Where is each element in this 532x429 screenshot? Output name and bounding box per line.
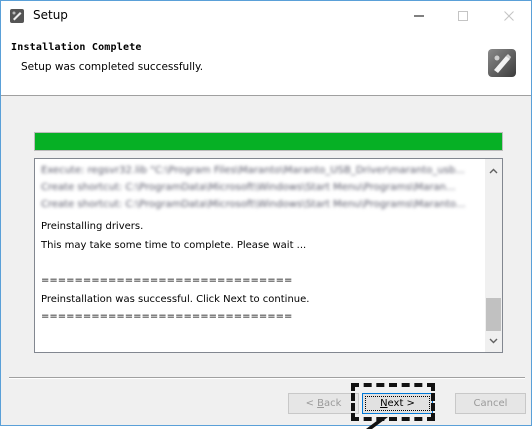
back-button-prefix: < (305, 398, 318, 409)
focus-rectangle (365, 396, 430, 411)
progress-bar-fill (35, 133, 502, 150)
next-button[interactable]: Next > (362, 393, 433, 414)
log-line-blurred: Execute: regsvr32.lib "C:\Program Files\… (41, 165, 465, 176)
setup-app-icon (10, 9, 24, 23)
maximize-button[interactable] (441, 1, 485, 31)
minimize-button[interactable] (397, 1, 441, 31)
progress-bar (34, 132, 503, 151)
scroll-thumb[interactable] (486, 298, 501, 331)
close-button[interactable] (487, 1, 531, 31)
page-subtitle: Setup was completed successfully. (21, 61, 204, 73)
install-log[interactable]: Execute: regsvr32.lib "C:\Program Files\… (34, 158, 503, 353)
log-line-blurred: Create shortcut: C:\ProgramData\Microsof… (41, 199, 466, 210)
back-button[interactable]: < Back (288, 393, 359, 414)
log-line: ============================== (41, 275, 293, 286)
log-line: ============================== (41, 311, 293, 322)
page-title: Installation Complete (11, 42, 142, 53)
maximize-icon (458, 11, 468, 21)
scroll-down-button[interactable] (485, 332, 502, 349)
back-button-accel: B (317, 398, 324, 409)
back-button-rest: ack (324, 398, 342, 409)
installer-disk-icon (488, 49, 516, 77)
log-line: Preinstalling drivers. (41, 221, 144, 232)
log-lines: Execute: regsvr32.lib "C:\Program Files\… (35, 159, 483, 352)
log-line-blurred: Create shortcut: C:\ProgramData\Microsof… (41, 182, 456, 193)
wizard-header: Installation Complete Setup was complete… (1, 31, 531, 96)
footer-separator (9, 377, 525, 379)
log-line: This may take some time to complete. Ple… (41, 240, 307, 251)
log-scrollbar[interactable] (485, 159, 502, 352)
chevron-up-icon (489, 168, 498, 173)
chevron-down-icon (489, 338, 498, 343)
minimize-icon (414, 15, 424, 17)
pointer-arrow-icon (366, 417, 388, 429)
close-icon (504, 11, 514, 21)
cancel-button[interactable]: Cancel (455, 393, 526, 414)
title-bar[interactable]: Setup (1, 1, 531, 31)
setup-window: Setup Installation Complete Setup was co… (0, 0, 532, 426)
log-line: Preinstallation was successful. Click Ne… (41, 294, 310, 305)
window-title: Setup (33, 8, 68, 22)
scroll-up-button[interactable] (485, 162, 502, 179)
